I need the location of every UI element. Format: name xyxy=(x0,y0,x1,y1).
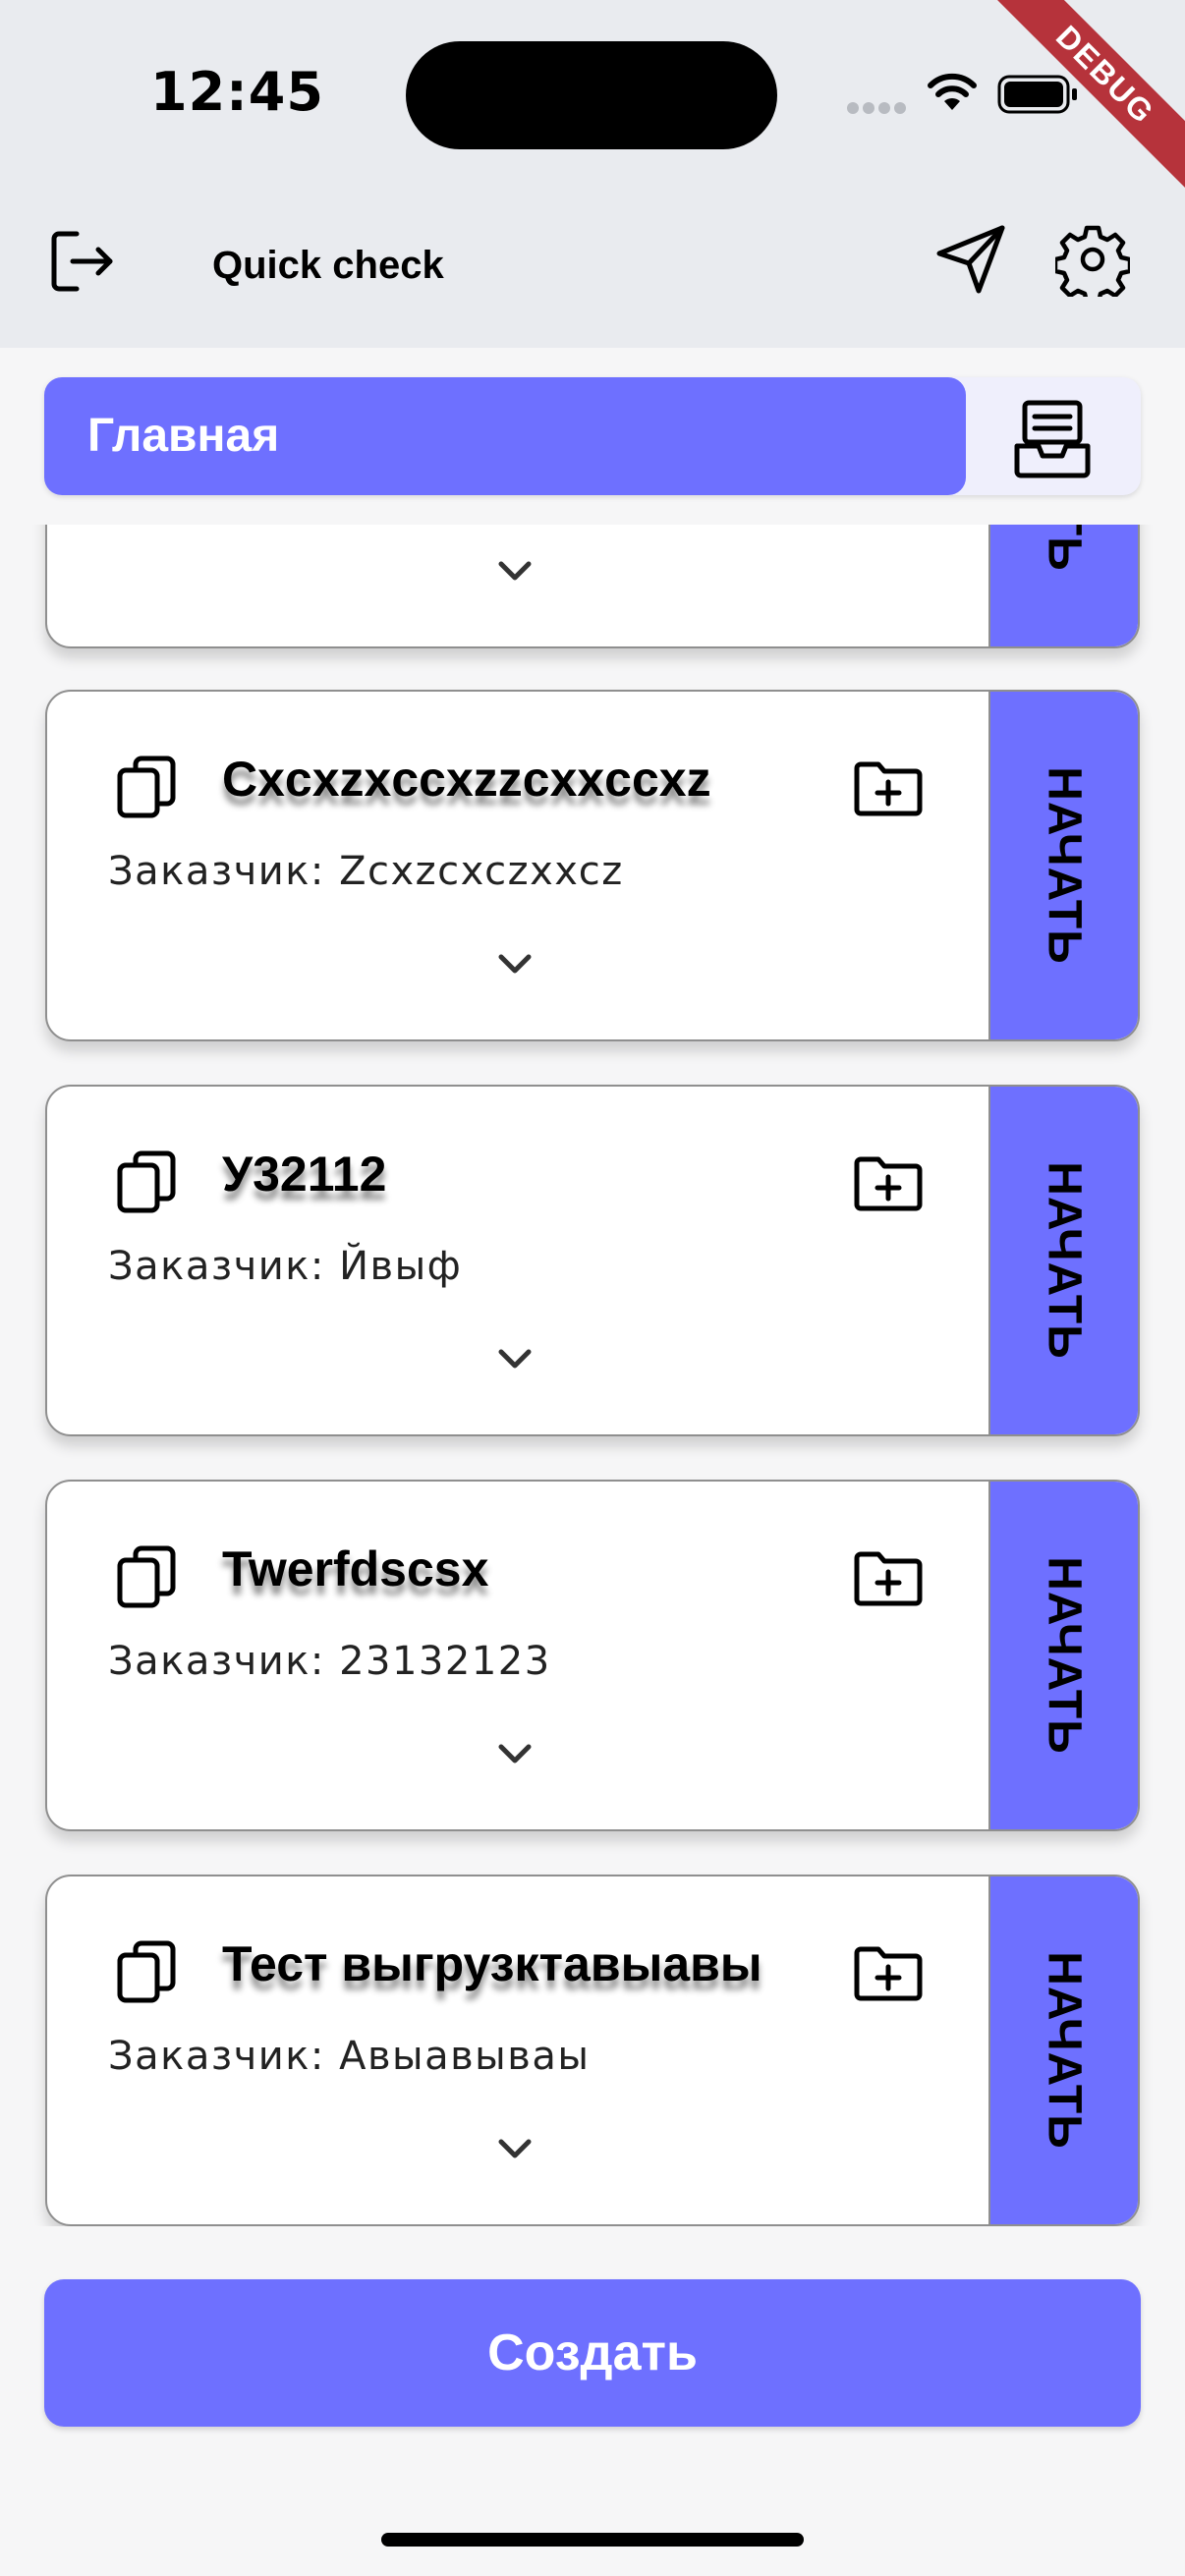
customer-label: Заказчик: 23132123 xyxy=(108,1639,551,1684)
project-card: Cxcxzxccxzzcxxccxz Заказчик: Zcxzcxczxxc… xyxy=(45,690,1140,1041)
start-button[interactable]: НАЧАТЬ xyxy=(988,525,1138,646)
folder-add-icon[interactable] xyxy=(853,1153,924,1212)
start-button[interactable]: НАЧАТЬ xyxy=(988,1482,1138,1829)
project-title: У32112 xyxy=(222,1147,387,1202)
chevron-down-icon[interactable] xyxy=(495,1735,535,1774)
start-label: НАЧАТЬ xyxy=(1038,1161,1091,1360)
tab-main[interactable]: Главная xyxy=(44,377,966,495)
start-label: НАЧАТЬ xyxy=(1038,766,1091,965)
start-button[interactable]: НАЧАТЬ xyxy=(988,692,1138,1039)
folder-add-icon[interactable] xyxy=(853,1943,924,2002)
chevron-down-icon[interactable] xyxy=(495,1340,535,1379)
project-title: Cxcxzxccxzzcxxccxz xyxy=(222,752,711,807)
chevron-down-icon[interactable] xyxy=(495,2130,535,2169)
wifi-icon xyxy=(928,73,977,110)
project-card: У32112 Заказчик: Йвыф НАЧАТЬ xyxy=(45,1085,1140,1436)
project-list[interactable]: НАЧАТЬ Cxcxzxccxzzcxxccxz Заказчик: Zcxz… xyxy=(0,525,1185,2226)
customer-label: Заказчик: Авыавываы xyxy=(108,2034,591,2079)
start-label: НАЧАТЬ xyxy=(1038,525,1092,572)
project-title: Twerfdscsx xyxy=(222,1541,489,1596)
start-label: НАЧАТЬ xyxy=(1038,1556,1091,1755)
copy-icon xyxy=(117,1940,176,2003)
start-button[interactable]: НАЧАТЬ xyxy=(988,1087,1138,1434)
send-icon[interactable] xyxy=(931,220,1010,299)
folder-add-icon[interactable] xyxy=(853,758,924,817)
dynamic-island xyxy=(406,41,777,149)
inbox-icon[interactable] xyxy=(1011,397,1094,479)
project-card: Twerfdscsx Заказчик: 23132123 НАЧАТЬ xyxy=(45,1480,1140,1831)
folder-add-icon[interactable] xyxy=(853,1548,924,1607)
battery-icon xyxy=(997,75,1077,114)
chevron-down-icon[interactable] xyxy=(495,552,535,591)
status-time: 12:45 xyxy=(150,61,324,123)
app-header: 12:45 DEBUG Quick check xyxy=(0,0,1185,348)
start-button[interactable]: НАЧАТЬ xyxy=(988,1876,1138,2224)
project-title: Тест выгрузктавыавы xyxy=(222,1936,762,1991)
copy-icon xyxy=(117,1150,176,1213)
start-label: НАЧАТЬ xyxy=(1038,1951,1091,2150)
project-card: НАЧАТЬ xyxy=(45,525,1140,648)
cellular-signal-icon xyxy=(847,101,910,119)
tab-bar: Главная xyxy=(44,377,1141,495)
customer-label: Заказчик: Йвыф xyxy=(108,1244,463,1289)
create-button[interactable]: Создать xyxy=(44,2279,1141,2427)
home-indicator xyxy=(381,2533,804,2547)
project-card: Тест выгрузктавыавы Заказчик: Авыавываы … xyxy=(45,1875,1140,2226)
customer-label: Заказчик: Zcxzcxczxxcz xyxy=(108,849,624,894)
gear-icon[interactable] xyxy=(1055,222,1130,297)
chevron-down-icon[interactable] xyxy=(495,945,535,984)
logout-icon[interactable] xyxy=(47,226,118,297)
app-title: Quick check xyxy=(212,244,444,287)
copy-icon xyxy=(117,1545,176,1608)
copy-icon xyxy=(117,756,176,818)
